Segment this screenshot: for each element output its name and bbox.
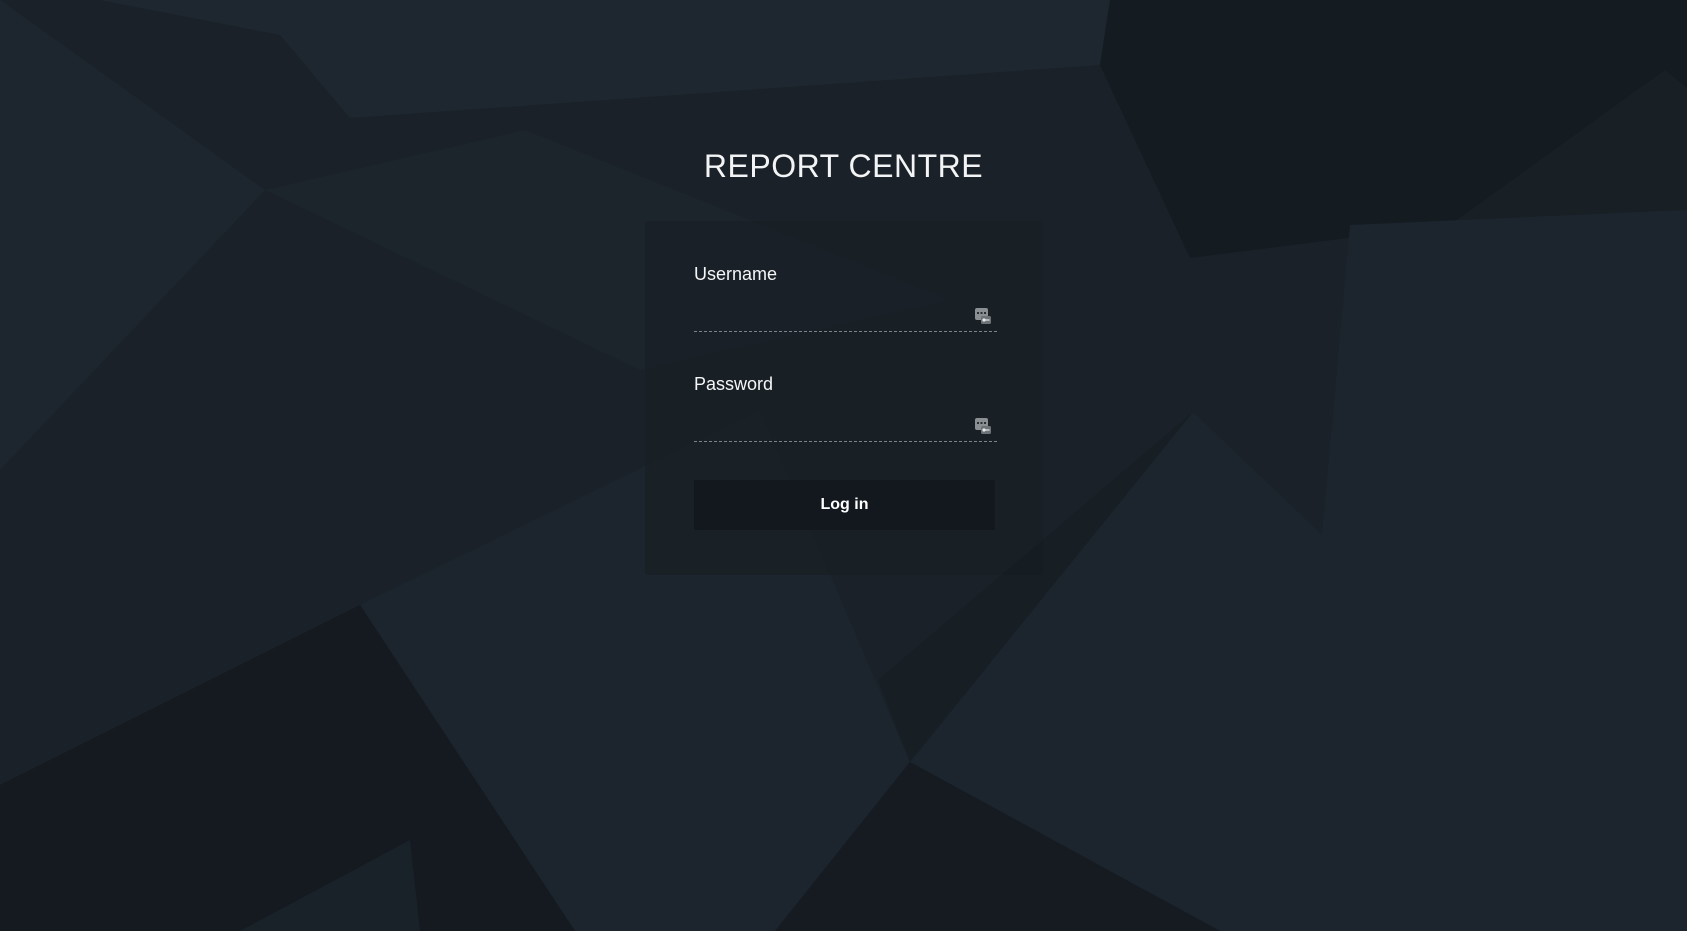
password-label: Password — [694, 374, 774, 394]
username-input[interactable] — [694, 299, 964, 329]
password-field-group: Password — [694, 374, 997, 442]
login-page: REPORT CENTRE Username Password Log in — [0, 0, 1687, 931]
password-manager-key-icon[interactable] — [975, 308, 991, 324]
username-input-wrap — [694, 299, 997, 332]
login-panel: Username Password Log in — [645, 221, 1043, 575]
page-title: REPORT CENTRE — [703, 148, 984, 184]
username-label: Username — [694, 264, 778, 284]
password-input[interactable] — [694, 409, 964, 439]
login-button[interactable]: Log in — [694, 480, 995, 530]
password-manager-key-icon[interactable] — [975, 418, 991, 434]
password-input-wrap — [694, 409, 997, 442]
username-field-group: Username — [694, 264, 997, 332]
